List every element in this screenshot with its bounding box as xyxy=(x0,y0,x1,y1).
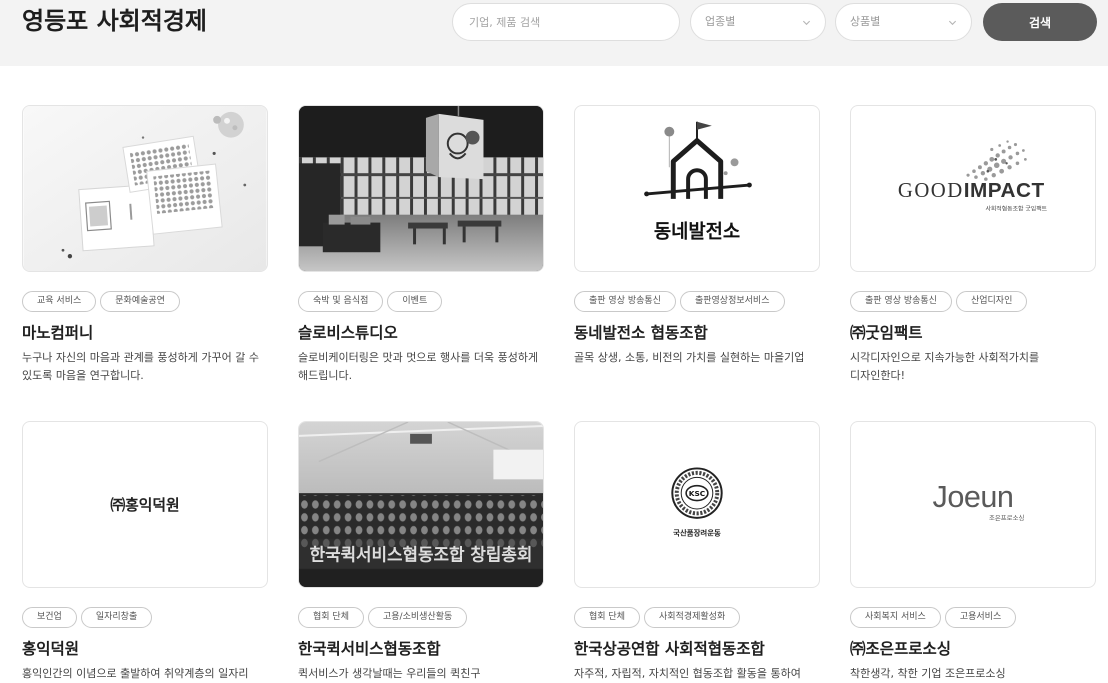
category-tag[interactable]: 숙박 및 음식점 xyxy=(298,291,384,312)
company-name[interactable]: 마노컴퍼니 xyxy=(22,322,268,344)
logo-text-regular: GOOD xyxy=(898,180,964,202)
product-filter-label: 상품별 xyxy=(850,15,881,28)
company-card[interactable]: 숙박 및 음식점 이벤트 슬로비스튜디오 슬로비케이터링은 맛과 멋으로 행사를… xyxy=(298,105,544,395)
goodimpact-logo: GOODIMPACT 사회적협동조합 굿임팩트 xyxy=(898,140,1048,213)
chevron-down-icon xyxy=(948,20,957,26)
logo-subtext: 조은프로소싱 xyxy=(989,513,1024,522)
company-name[interactable]: 동네발전소 협동조합 xyxy=(574,322,820,344)
category-tag[interactable]: 고용서비스 xyxy=(944,607,1017,628)
company-card[interactable]: KSC 국산품장려운동 협회 단체 사회적경제활성화 한국상공연합 사회적협동조… xyxy=(574,421,820,683)
category-tag[interactable]: 협회 단체 xyxy=(298,607,364,628)
company-card[interactable]: 한국퀵서비스협동조합 창립총회 협회 단체 고용/소비생산활동 한국퀵서비스협동… xyxy=(298,421,544,683)
company-thumbnail[interactable]: GOODIMPACT 사회적협동조합 굿임팩트 xyxy=(850,105,1096,272)
tag-list: 협회 단체 사회적경제활성화 xyxy=(574,607,820,628)
site-title[interactable]: 영등포 사회적경제 xyxy=(22,3,207,39)
company-thumbnail[interactable]: 한국퀵서비스협동조합 창립총회 xyxy=(298,421,544,588)
category-tag[interactable]: 일자리창출 xyxy=(80,607,153,628)
company-card[interactable]: GOODIMPACT 사회적협동조합 굿임팩트 출판 영상 방송통신 산업디자인… xyxy=(850,105,1096,395)
logo-text: Joeun xyxy=(933,480,1014,514)
company-name[interactable]: 한국퀵서비스협동조합 xyxy=(298,638,544,660)
company-name[interactable]: 한국상공연합 사회적협동조합 xyxy=(574,638,820,660)
chevron-down-icon xyxy=(802,20,811,26)
company-description: 시각디자인으로 지속가능한 사회적가치를 디자인한다! xyxy=(850,351,1040,382)
company-card[interactable]: ㈜홍익덕원 보건업 일자리창출 홍익덕원 홍익인간의 이념으로 출발하여 취약계… xyxy=(22,421,268,683)
industry-filter-select[interactable]: 업종별 xyxy=(690,3,826,41)
company-thumbnail[interactable] xyxy=(298,105,544,272)
tag-list: 교육 서비스 문화예술공연 xyxy=(22,291,268,312)
tag-list: 협회 단체 고용/소비생산활동 xyxy=(298,607,544,628)
company-card[interactable]: 교육 서비스 문화예술공연 마노컴퍼니 누구나 자신의 마음과 관계를 풍성하게… xyxy=(22,105,268,395)
company-description: 착한생각, 착한 기업 조은프로소싱 xyxy=(850,667,1006,680)
company-thumbnail[interactable]: KSC 국산품장려운동 xyxy=(574,421,820,588)
category-tag[interactable]: 협회 단체 xyxy=(574,607,640,628)
logo-text: GOODIMPACT xyxy=(898,179,1045,202)
logo-text: ㈜홍익덕원 xyxy=(110,496,179,514)
hongik-logo: ㈜홍익덕원 xyxy=(110,496,179,514)
company-card[interactable]: 동네발전소 출판 영상 방송통신 출판영상정보서비스 동네발전소 협동조합 골목… xyxy=(574,105,820,395)
logo-text: 동네발전소 xyxy=(654,220,740,242)
category-tag[interactable]: 문화예술공연 xyxy=(100,291,180,312)
category-tag[interactable]: 고용/소비생산활동 xyxy=(367,607,468,628)
group-photo: 한국퀵서비스협동조합 창립총회 xyxy=(299,422,543,587)
category-tag[interactable]: 출판영상정보서비스 xyxy=(679,291,785,312)
search-button[interactable]: 검색 xyxy=(983,3,1097,41)
company-grid: 교육 서비스 문화예술공연 마노컴퍼니 누구나 자신의 마음과 관계를 풍성하게… xyxy=(22,105,1096,683)
header-bar: 영등포 사회적경제 업종별 상품별 검색 xyxy=(0,0,1108,66)
category-tag[interactable]: 산업디자인 xyxy=(955,291,1028,312)
company-card[interactable]: Joeun 조은프로소싱 사회복지 서비스 고용서비스 ㈜조은프로소싱 착한생각… xyxy=(850,421,1096,683)
company-name[interactable]: ㈜굿임팩트 xyxy=(850,322,1096,344)
category-tag[interactable]: 사회복지 서비스 xyxy=(850,607,941,628)
logo-text-bold: IMPACT xyxy=(964,179,1045,202)
house-flag-logo: 동네발전소 xyxy=(644,121,752,242)
category-tag[interactable]: 교육 서비스 xyxy=(22,291,97,312)
tag-list: 보건업 일자리창출 xyxy=(22,607,268,628)
tag-list: 출판 영상 방송통신 산업디자인 xyxy=(850,291,1096,312)
category-tag[interactable]: 출판 영상 방송통신 xyxy=(850,291,952,312)
company-thumbnail[interactable]: Joeun 조은프로소싱 xyxy=(850,421,1096,588)
company-name[interactable]: ㈜조은프로소싱 xyxy=(850,638,1096,660)
photo-caption: 한국퀵서비스협동조합 창립총회 xyxy=(310,544,533,564)
industry-filter-label: 업종별 xyxy=(705,15,736,28)
company-description: 자주적, 자립적, 자치적인 협동조합 활동을 통하여 xyxy=(574,667,801,680)
joeun-logo: Joeun 조은프로소싱 xyxy=(933,480,1025,522)
company-description: 슬로비케이터링은 맛과 멋으로 행사를 더욱 풍성하게 해드립니다. xyxy=(298,351,539,382)
ksc-seal-logo: KSC 국산품장려운동 xyxy=(671,467,723,538)
category-tag[interactable]: 출판 영상 방송통신 xyxy=(574,291,676,312)
company-description: 홍익인간의 이념으로 출발하여 취약계층의 일자리 xyxy=(22,667,249,680)
company-thumbnail[interactable]: ㈜홍익덕원 xyxy=(22,421,268,588)
seal-emblem-text: KSC xyxy=(689,489,706,498)
company-thumbnail[interactable] xyxy=(22,105,268,272)
category-tag[interactable]: 보건업 xyxy=(22,607,77,628)
company-description: 퀵서비스가 생각날때는 우리들의 퀵친구 xyxy=(298,667,481,680)
search-input[interactable] xyxy=(452,3,680,41)
tag-list: 사회복지 서비스 고용서비스 xyxy=(850,607,1096,628)
company-thumbnail[interactable]: 동네발전소 xyxy=(574,105,820,272)
logo-subtext: 사회적협동조합 굿임팩트 xyxy=(985,205,1047,213)
category-tag[interactable]: 사회적경제활성화 xyxy=(643,607,741,628)
company-name[interactable]: 홍익덕원 xyxy=(22,638,268,660)
company-name[interactable]: 슬로비스튜디오 xyxy=(298,322,544,344)
product-filter-select[interactable]: 상품별 xyxy=(835,3,972,41)
company-description: 골목 상생, 소통, 비전의 가치를 실현하는 마을기업 xyxy=(574,351,805,364)
restaurant-photo xyxy=(299,106,543,271)
sticker-photo xyxy=(23,106,267,271)
category-tag[interactable]: 이벤트 xyxy=(387,291,443,312)
logo-text: 국산품장려운동 xyxy=(673,528,721,538)
company-description: 누구나 자신의 마음과 관계를 풍성하게 가꾸어 갈 수 있도록 마음을 연구합… xyxy=(22,351,259,382)
tag-list: 숙박 및 음식점 이벤트 xyxy=(298,291,544,312)
tag-list: 출판 영상 방송통신 출판영상정보서비스 xyxy=(574,291,820,312)
